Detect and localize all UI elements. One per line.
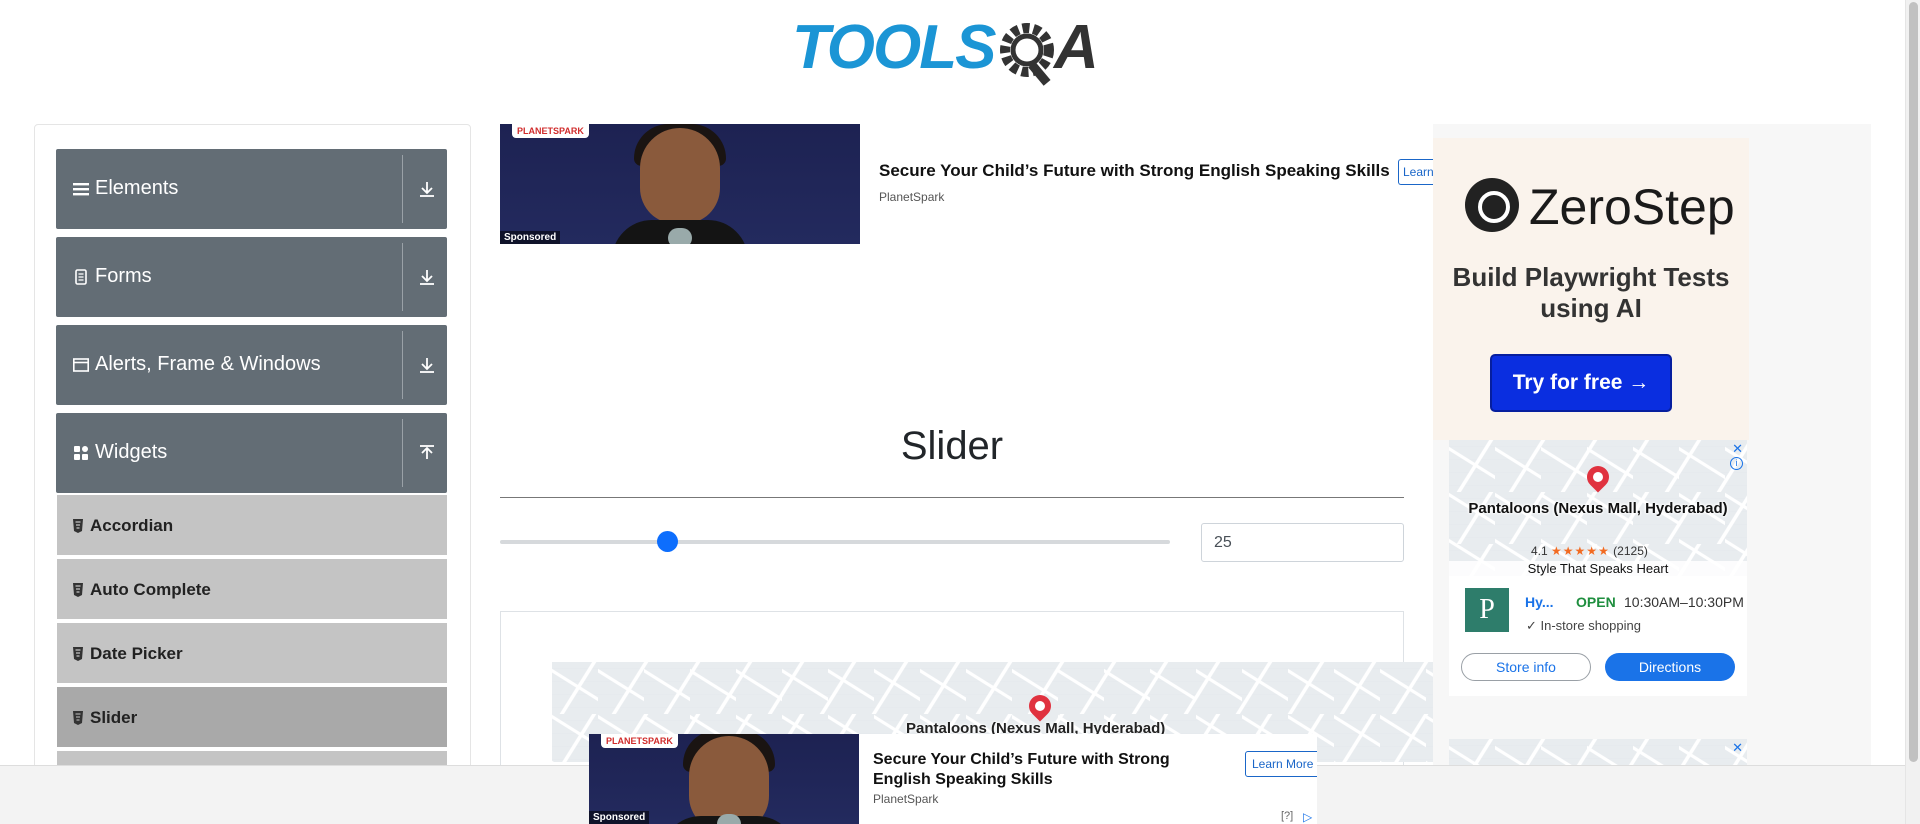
- html5-icon: [73, 711, 83, 725]
- gear-magnifier-icon: [1000, 23, 1054, 86]
- scrollbar-thumb[interactable]: [1909, 2, 1918, 762]
- divider: [402, 419, 403, 487]
- right-ad-column: ZeroStep Build Playwright Tests using AI…: [1433, 124, 1871, 824]
- sidebar-group-alerts[interactable]: Alerts, Frame & Windows: [56, 325, 447, 405]
- microphone-icon: [717, 814, 741, 824]
- ad-brand-logo: PLANETSPARK: [512, 124, 589, 138]
- divider: [500, 497, 1404, 498]
- ad-image[interactable]: PLANETSPARK Sponsored: [500, 124, 860, 244]
- store-hours: 10:30AM–10:30PM: [1624, 594, 1744, 610]
- sidebar-item-label: Slider: [90, 708, 138, 727]
- download-icon[interactable]: [418, 267, 436, 287]
- sponsored-label: Sponsored: [500, 231, 561, 244]
- window-icon: [73, 358, 89, 372]
- sidebar-group-widgets[interactable]: Widgets: [56, 413, 447, 493]
- sidebar-group-forms[interactable]: Forms: [56, 237, 447, 317]
- store-tagline: Style That Speaks Heart: [1449, 561, 1747, 576]
- sidebar-item-auto-complete[interactable]: Auto Complete: [57, 559, 447, 621]
- sponsored-label: Sponsored: [589, 811, 650, 824]
- ad-advertiser: PlanetSpark: [879, 190, 945, 204]
- adchoices-icon[interactable]: ▷: [1303, 810, 1312, 824]
- html5-icon: [73, 647, 83, 661]
- html5-icon: [73, 519, 83, 533]
- sidebar-group-label: Forms: [95, 265, 152, 287]
- close-icon[interactable]: ✕: [1732, 441, 1743, 457]
- star-rating-icon: ★★★★★: [1551, 544, 1610, 558]
- sidebar-item-slider[interactable]: Slider: [57, 687, 447, 749]
- info-icon[interactable]: i: [1730, 457, 1743, 470]
- try-for-free-button[interactable]: Try for free →: [1490, 354, 1672, 412]
- form-icon: [75, 269, 87, 285]
- ad-image[interactable]: PLANETSPARK Sponsored: [589, 734, 859, 824]
- widgets-icon: [74, 446, 88, 460]
- ad-image-face: [689, 736, 769, 824]
- sidebar-group-elements[interactable]: Elements: [56, 149, 447, 229]
- hamburger-icon: [73, 183, 89, 196]
- logo-text-left: TOOLS: [792, 13, 996, 82]
- store-rating: 4.1 ★★★★★ (2125): [1531, 544, 1648, 558]
- sidebar-group-label: Widgets: [95, 441, 168, 463]
- slider-thumb[interactable]: [657, 531, 678, 552]
- planetspark-logo: P: [1465, 588, 1509, 632]
- adchoices-link[interactable]: [?]: [1281, 810, 1293, 822]
- zerostep-name: ZeroStep: [1529, 179, 1735, 235]
- divider: [402, 331, 403, 399]
- ad-advertiser: PlanetSpark: [873, 792, 939, 806]
- zerostep-logo-icon: [1465, 178, 1519, 232]
- sidebar-item-label: Accordian: [90, 516, 174, 535]
- logo-text-right: A: [1054, 13, 1099, 82]
- close-icon[interactable]: ✕: [1732, 740, 1743, 756]
- toolsqa-logo[interactable]: TOOLS A: [792, 14, 1116, 90]
- slider-value-field[interactable]: 25: [1201, 523, 1404, 562]
- header: TOOLS A: [0, 0, 1905, 100]
- ad-title[interactable]: Secure Your Child’s Future with Strong E…: [873, 750, 1193, 790]
- divider: [402, 243, 403, 311]
- review-count: (2125): [1613, 544, 1648, 558]
- rating-value: 4.1: [1531, 544, 1548, 558]
- ad-brand-logo: PLANETSPARK: [601, 734, 678, 748]
- page-scrollbar[interactable]: [1905, 0, 1920, 824]
- download-icon[interactable]: [418, 179, 436, 199]
- directions-button[interactable]: Directions: [1605, 653, 1735, 681]
- bottom-banner-ad[interactable]: PLANETSPARK Sponsored Secure Your Child’…: [589, 734, 1317, 824]
- html5-icon: [73, 583, 83, 597]
- sidebar-item-accordian[interactable]: Accordian: [57, 495, 447, 557]
- upload-icon[interactable]: [418, 443, 436, 463]
- sidebar-item-date-picker[interactable]: Date Picker: [57, 623, 447, 685]
- microphone-icon: [668, 228, 692, 244]
- ad-image-face: [640, 128, 720, 224]
- store-name: Pantaloons (Nexus Mall, Hyderabad): [1468, 500, 1728, 517]
- map-pin-icon: [1582, 461, 1614, 493]
- ad-title[interactable]: Secure Your Child’s Future with Strong E…: [879, 161, 1390, 181]
- download-icon[interactable]: [418, 355, 436, 375]
- map-pin-icon: [1024, 690, 1056, 722]
- store-short-name[interactable]: Hy...: [1525, 594, 1554, 610]
- divider: [402, 155, 403, 223]
- top-banner-ad[interactable]: PLANETSPARK Sponsored Secure Your Child’…: [500, 124, 1438, 244]
- store-ad-card[interactable]: ✕ i Pantaloons (Nexus Mall, Hyderabad) 4…: [1449, 440, 1747, 696]
- sidebar-group-label: Alerts, Frame & Windows: [95, 353, 321, 375]
- sidebar-item-label: Date Picker: [90, 644, 183, 663]
- learn-more-button[interactable]: Learn: [1398, 159, 1438, 185]
- store-info-button[interactable]: Store info: [1461, 653, 1591, 681]
- sidebar: Elements Forms Alerts, Frame & Windows W…: [34, 124, 471, 824]
- in-store-shopping: ✓ In-store shopping: [1526, 618, 1641, 633]
- zerostep-headline: Build Playwright Tests using AI: [1452, 262, 1730, 323]
- open-status: OPEN: [1576, 594, 1616, 610]
- sidebar-group-label: Elements: [95, 177, 179, 199]
- page-title: Slider: [900, 424, 1004, 468]
- zerostep-ad[interactable]: ZeroStep Build Playwright Tests using AI…: [1433, 138, 1749, 440]
- slider-track[interactable]: [500, 540, 1170, 544]
- learn-more-button[interactable]: Learn More: [1245, 751, 1317, 777]
- sidebar-item-label: Auto Complete: [90, 580, 211, 599]
